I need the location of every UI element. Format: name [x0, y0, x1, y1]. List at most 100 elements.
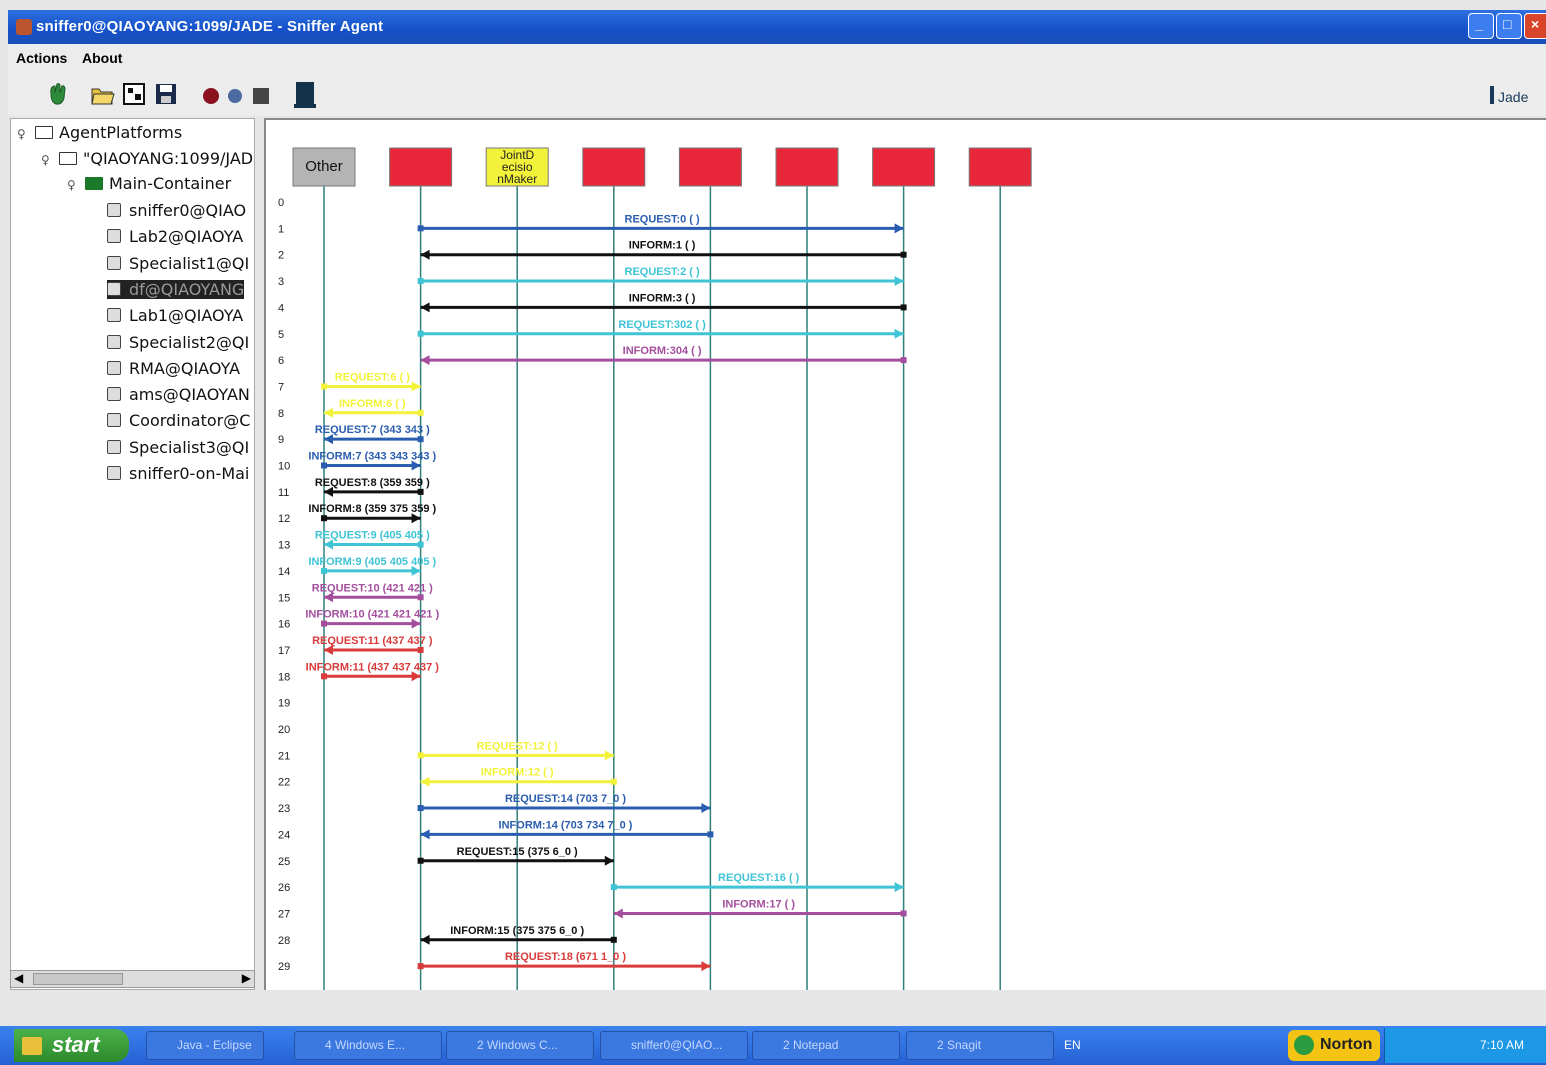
tree-agent-item[interactable]: df@QIAOYANG — [107, 279, 245, 299]
stop-icon[interactable] — [248, 80, 274, 108]
norton-tray-button[interactable]: Norton — [1288, 1030, 1380, 1061]
task-item[interactable]: sniffer0@QIAO... — [600, 1031, 748, 1060]
tree-horizontal-scrollbar[interactable]: ◀ ▶ — [10, 970, 255, 988]
row-number: 15 — [278, 592, 290, 604]
record-icon[interactable] — [198, 80, 224, 108]
tree-agent-label: Specialist3@QI — [129, 437, 250, 457]
task-item[interactable]: 2 Notepad — [752, 1031, 900, 1060]
sniff-agent-icon[interactable] — [222, 80, 248, 108]
window-title: sniffer0@QIAOYANG:1099/JADE - Sniffer Ag… — [36, 18, 384, 35]
menu-actions[interactable]: Actions — [16, 50, 67, 66]
maximize-button[interactable]: □ — [1496, 13, 1522, 39]
menu-about[interactable]: About — [82, 50, 122, 66]
message-label: INFORM:11 (437 437 437 ) — [306, 661, 440, 673]
agent-tree[interactable]: ♀ AgentPlatforms ♀ "QIAOYANG:1099/JAD ♀ Mai… — [10, 118, 255, 990]
start-button[interactable]: start — [14, 1029, 129, 1062]
row-number: 25 — [278, 856, 290, 868]
message-label: REQUEST:6 ( ) — [335, 371, 411, 383]
arrow-tail — [417, 805, 424, 812]
row-number: 1 — [278, 223, 284, 235]
arrow-head — [420, 249, 430, 260]
exit-door-icon[interactable] — [292, 80, 318, 108]
arrow-head — [411, 381, 421, 392]
arrow-head — [604, 855, 614, 866]
task-item[interactable]: 2 Snagit — [906, 1031, 1054, 1060]
arrow-head — [324, 407, 333, 418]
tree-agent-item[interactable]: RMA@QIAOYA — [107, 359, 240, 378]
message-label: REQUEST:2 ( ) — [625, 266, 701, 278]
arrow-tail — [417, 541, 424, 548]
tree-agent-label: RMA@QIAOYA — [129, 358, 241, 378]
arrow-tail — [417, 646, 424, 653]
minimize-button[interactable]: _ — [1468, 13, 1494, 39]
agent-label: Lab1 — [890, 160, 917, 174]
tree-agent-item[interactable]: Lab1@QIAOYA — [107, 306, 243, 325]
task-item[interactable]: 2 Windows C... — [446, 1031, 594, 1060]
arrow-head — [701, 961, 711, 972]
menu-bar: Actions About — [8, 44, 1546, 72]
task-item[interactable]: Java - Eclipse — [146, 1031, 264, 1060]
tree-agent-item[interactable]: Lab2@QIAOYA — [107, 227, 243, 246]
message-label: INFORM:7 (343 343 343 ) — [308, 451, 436, 463]
task-item[interactable]: 4 Windows E... — [294, 1031, 442, 1060]
tree-container[interactable]: ♀ Main-Container — [67, 174, 231, 193]
folder-icon — [59, 152, 77, 165]
scroll-left-icon[interactable]: ◀ — [14, 971, 23, 985]
message-label: REQUEST:12 ( ) — [477, 740, 559, 752]
arrow-head — [420, 355, 430, 366]
tree-agent-item[interactable]: Coordinator@C — [107, 411, 250, 430]
tree-agent-label: df@QIAOYANG — [129, 279, 245, 299]
message-label: REQUEST:18 (671 1_0 ) — [505, 951, 626, 963]
display-log-icon[interactable] — [122, 80, 148, 108]
tree-agent-item[interactable]: Specialist3@QI — [107, 438, 249, 457]
folder-icon — [35, 126, 53, 139]
message-label: INFORM:12 ( ) — [481, 767, 554, 779]
tree-root-label: AgentPlatforms — [59, 123, 183, 142]
open-folder-icon[interactable] — [90, 80, 116, 108]
agent-label: Other — [305, 158, 343, 175]
row-number: 8 — [278, 408, 284, 420]
arrow-head — [894, 328, 904, 339]
app-icon — [16, 19, 32, 35]
tree-platform[interactable]: ♀ "QIAOYANG:1099/JAD — [41, 149, 253, 168]
arrow-tail — [900, 910, 907, 917]
agent-icon — [107, 360, 121, 375]
tree-platform-label: "QIAOYANG:1099/JAD — [83, 149, 254, 168]
row-number: 6 — [278, 355, 284, 367]
save-icon[interactable] — [154, 80, 180, 108]
container-folder-icon — [85, 177, 103, 190]
agent-label: alist3 — [793, 166, 821, 180]
tree-agent-item[interactable]: sniffer0-on-Mai — [107, 464, 249, 483]
clear-canvas-icon[interactable] — [46, 80, 72, 108]
sniffer-diagram-canvas[interactable]: Other Coord inator JointD ecisio nMaker Speci a… — [264, 118, 1546, 990]
scroll-right-icon[interactable]: ▶ — [242, 971, 251, 985]
tree-root[interactable]: ♀ AgentPlatforms — [17, 123, 182, 142]
agent-icon — [107, 308, 121, 323]
tree-agent-item[interactable]: sniffer0@QIAO — [107, 201, 246, 220]
row-number: 24 — [278, 829, 290, 841]
tree-agent-label: Lab1@QIAOYA — [129, 306, 244, 326]
agent-icon — [107, 203, 121, 217]
arrow-tail — [417, 409, 424, 416]
message-label: REQUEST:8 (359 359 ) — [315, 477, 430, 489]
message-label: INFORM:15 (375 375 6_0 ) — [450, 925, 584, 937]
tree-agent-item[interactable]: ams@QIAOYAN — [107, 385, 250, 404]
tree-agent-item[interactable]: Specialist2@QI — [107, 333, 249, 352]
row-number: 23 — [278, 803, 290, 815]
close-button[interactable]: × — [1524, 13, 1546, 39]
arrow-head — [894, 276, 904, 287]
tree-container-label: Main-Container — [109, 174, 232, 193]
tree-agent-item[interactable]: Specialist1@QI — [107, 254, 249, 273]
scroll-thumb[interactable] — [33, 973, 123, 985]
norton-icon — [1294, 1035, 1314, 1055]
row-number: 4 — [278, 302, 284, 314]
message-label: REQUEST:302 ( ) — [618, 319, 706, 331]
clock: 7:10 AM — [1480, 1038, 1525, 1052]
message-label: INFORM:8 (359 375 359 ) — [308, 503, 436, 515]
title-bar[interactable]: sniffer0@QIAOYANG:1099/JADE - Sniffer Ag… — [8, 10, 1546, 44]
arrow-head — [604, 750, 614, 761]
language-indicator[interactable]: EN — [1064, 1038, 1081, 1052]
message-label: REQUEST:7 (343 343 ) — [315, 424, 430, 436]
arrow-head — [420, 829, 430, 840]
arrow-head — [420, 934, 430, 945]
